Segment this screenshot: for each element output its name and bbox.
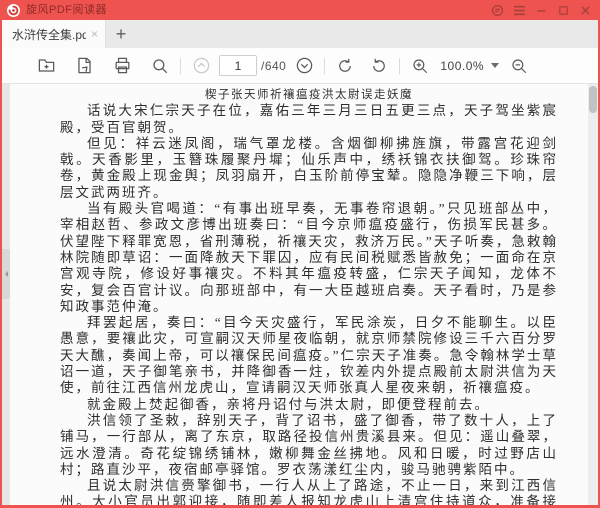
- chapter-heading: 楔子张天师祈禳瘟疫洪太尉误走妖魔: [205, 89, 413, 101]
- tab-close-icon[interactable]: ×: [90, 28, 99, 40]
- scrollbar-thumb[interactable]: [589, 86, 597, 113]
- chevron-down-icon: [491, 63, 500, 68]
- document-paragraph: 当有殿头官喝道：“有事出班早奏，无事卷帘退朝。”只见班部丛中，宰相赵哲、参政文彦…: [60, 201, 558, 314]
- feedback-icon[interactable]: [489, 2, 505, 18]
- pdf-page: 楔子张天师祈禳瘟疫洪太尉误走妖魔 话说大宋仁宗天子在位，嘉佑三年三月三日五更三点…: [10, 84, 588, 505]
- document-paragraph: 且说太尉洪信赍擎御书，一行人从上了路途，不止一日，来到江西信州。大小官员出郭迎接…: [60, 478, 558, 505]
- minimize-button[interactable]: [533, 2, 549, 18]
- scrollbar[interactable]: [588, 84, 598, 505]
- document-paragraph: 但见：祥云迷凤阁，瑞气罩龙楼。含烟御柳拂旌旗，带露宫花迎剑戟。天香影里，玉簪珠履…: [60, 135, 558, 200]
- next-page-button[interactable]: [294, 56, 314, 76]
- toolbar-separator: [324, 57, 326, 74]
- window-title: 旋风PDF阅读器: [26, 4, 107, 16]
- document-viewport: 楔子张天师祈禳瘟疫洪太尉误走妖魔 话说大宋仁宗天子在位，嘉佑三年三月三日五更三点…: [2, 84, 598, 505]
- menu-icon[interactable]: [511, 2, 527, 18]
- save-as-icon[interactable]: [74, 56, 94, 76]
- open-file-icon[interactable]: [36, 56, 56, 76]
- toolbar-separator: [399, 57, 401, 74]
- close-button[interactable]: [577, 2, 593, 18]
- rotate-clockwise-icon[interactable]: [335, 56, 355, 76]
- zoom-level-value: 100.0%: [440, 58, 485, 73]
- sidebar-toggle-handle[interactable]: [2, 249, 10, 299]
- document-paragraph: 话说大宋仁宗天子在位，嘉佑三年三月三日五更三点，天子驾坐紫宸殿，受百官朝贺。: [60, 103, 558, 135]
- tab-label: 水浒传全集.pdf: [12, 27, 86, 42]
- document-paragraph: 洪信领了圣敕，辞别天子，背了诏书，盛了御香，带了数十人，上了铺马，一行部从，离了…: [60, 412, 558, 477]
- tabbar: 水浒传全集.pdf × +: [2, 20, 598, 48]
- document-paragraph: 拜罢起居，奏曰：“目今天灾盛行，军民涂炭，日夕不能聊生。以臣愚意，要禳此灾，可宣…: [60, 315, 558, 396]
- new-tab-button[interactable]: +: [106, 20, 136, 48]
- toolbar: /640 100.0%: [2, 48, 598, 84]
- search-icon[interactable]: [150, 56, 170, 76]
- tab-document[interactable]: 水浒传全集.pdf ×: [2, 20, 106, 48]
- print-icon[interactable]: [112, 56, 132, 76]
- app-window: 旋风PDF阅读器 水浒传全集.pdf × + 1 /640 100.0% 楔子张…: [0, 0, 600, 508]
- rotate-counterclockwise-icon[interactable]: [369, 56, 389, 76]
- maximize-button[interactable]: [555, 2, 571, 18]
- document-paragraphs: 话说大宋仁宗天子在位，嘉佑三年三月三日五更三点，天子驾坐紫宸殿，受百官朝贺。 但见…: [60, 103, 558, 505]
- zoom-out-icon[interactable]: [509, 56, 529, 76]
- previous-page-button[interactable]: [191, 56, 211, 76]
- toolbar-separator: [180, 57, 181, 74]
- zoom-in-icon[interactable]: [410, 56, 430, 76]
- page-total-label: /640: [261, 58, 287, 73]
- page-number-input[interactable]: [219, 55, 257, 76]
- document-paragraph: 就金殿上焚起御香，亲将丹诏付与洪太尉，即便登程前去。: [87, 396, 490, 412]
- app-logo-icon: [7, 3, 20, 17]
- zoom-level-dropdown[interactable]: 100.0%: [440, 58, 500, 73]
- titlebar: 旋风PDF阅读器: [2, 0, 598, 20]
- sidebar-collapsed-strip: [2, 84, 10, 505]
